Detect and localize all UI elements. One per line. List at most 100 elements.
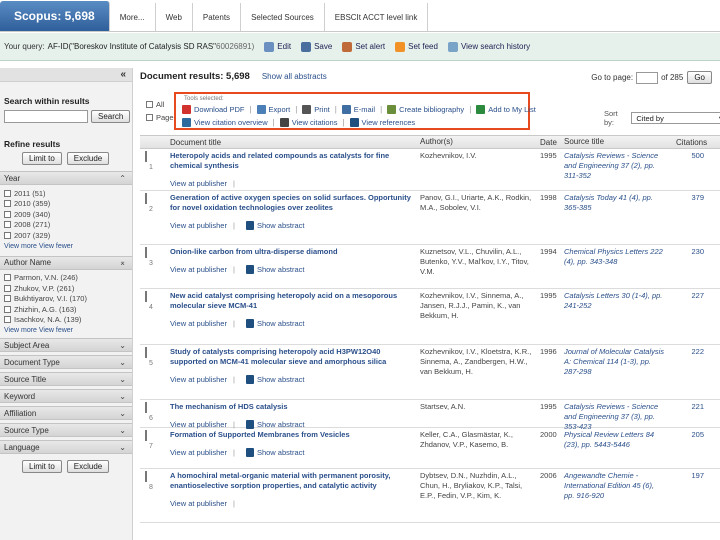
row-checkbox[interactable]: [145, 247, 147, 258]
limit-to-button-bottom[interactable]: Limit to: [22, 460, 62, 473]
exclude-button-bottom[interactable]: Exclude: [66, 460, 110, 473]
authors-cell[interactable]: Kozhevnikov, I.V., Sinnema, A., Jansen, …: [416, 289, 538, 344]
document-title-link[interactable]: New acid catalyst comprising heteropoly …: [170, 291, 412, 311]
keyword-facet[interactable]: Keyword ⌄: [0, 389, 132, 403]
exclude-button[interactable]: Exclude: [66, 152, 110, 165]
col-source[interactable]: Source title: [560, 137, 670, 147]
authors-cell[interactable]: Kozhevnikov, I.V., Kloetstra, K.R., Sinn…: [416, 345, 538, 399]
checkbox[interactable]: [4, 305, 11, 313]
checkbox[interactable]: [4, 189, 11, 197]
search-history-button[interactable]: View search history: [447, 41, 530, 52]
source-link[interactable]: Catalysis Today 41 (4), pp. 365-385: [560, 191, 670, 244]
citations-link[interactable]: 379: [670, 191, 710, 244]
row-checkbox[interactable]: [145, 402, 147, 413]
show-abstract-link[interactable]: Show abstract: [257, 375, 305, 384]
source-link[interactable]: Catalysis Letters 30 (1-4), pp. 241-252: [560, 289, 670, 344]
row-checkbox[interactable]: [145, 347, 147, 358]
view-citations-button[interactable]: View citations: [279, 118, 337, 127]
limit-to-button[interactable]: Limit to: [22, 152, 62, 165]
show-abstract-link[interactable]: Show abstract: [257, 319, 305, 328]
search-within-input[interactable]: [4, 110, 88, 123]
set-alert-button[interactable]: Set alert: [342, 41, 385, 52]
row-checkbox[interactable]: [145, 291, 147, 302]
checkbox[interactable]: [4, 284, 11, 292]
tab-ebsco-link[interactable]: EBSCIt ACCT level link: [325, 3, 429, 31]
page-number-input[interactable]: [636, 71, 659, 84]
citations-link[interactable]: 197: [670, 469, 710, 522]
row-checkbox[interactable]: [145, 193, 147, 204]
facet-item[interactable]: 2007 (329): [0, 230, 132, 241]
document-type-facet[interactable]: Document Type ⌄: [0, 355, 132, 369]
tab-more[interactable]: More...: [110, 3, 156, 31]
citations-link[interactable]: 222: [670, 345, 710, 399]
facet-item[interactable]: Bukhtiyarov, V.I. (170): [0, 294, 132, 305]
checkbox[interactable]: [4, 316, 11, 324]
authors-cell[interactable]: Dybtsev, D.N., Nuzhdin, A.L., Chun, H., …: [416, 469, 538, 522]
subject-area-facet[interactable]: Subject Area ⌄: [0, 338, 132, 352]
view-more-fewer-links[interactable]: View more View fewer: [0, 241, 132, 250]
source-title-facet[interactable]: Source Title ⌄: [0, 372, 132, 386]
view-at-publisher-link[interactable]: View at publisher: [170, 375, 227, 384]
col-title[interactable]: Document title: [166, 138, 416, 147]
facet-item[interactable]: 2010 (359): [0, 199, 132, 210]
set-feed-button[interactable]: Set feed: [395, 41, 438, 52]
authors-cell[interactable]: Panov, G.I., Uriarte, A.K., Rodkin, M.A.…: [416, 191, 538, 244]
col-authors[interactable]: Author(s): [416, 137, 538, 147]
print-button[interactable]: Print: [302, 105, 330, 114]
citations-link[interactable]: 500: [670, 149, 710, 190]
view-at-publisher-link[interactable]: View at publisher: [170, 319, 227, 328]
document-title-link[interactable]: Heteropoly acids and related compounds a…: [170, 151, 412, 171]
authors-cell[interactable]: Kuznetsov, V.L., Chuvilin, A.L., Butenko…: [416, 245, 538, 288]
source-link[interactable]: Angewandte Chemie - International Editio…: [560, 469, 670, 522]
author-facet-header[interactable]: Author Name ⌅: [0, 255, 132, 270]
source-link[interactable]: Journal of Molecular Catalysis A: Chemic…: [560, 345, 670, 399]
row-checkbox[interactable]: [145, 471, 147, 482]
download-pdf-button[interactable]: Download PDF: [182, 105, 244, 114]
affiliation-facet[interactable]: Affiliation ⌄: [0, 406, 132, 420]
save-query-button[interactable]: Save: [301, 41, 332, 52]
tab-web[interactable]: Web: [156, 3, 193, 31]
create-bibliography-button[interactable]: Create bibliography: [387, 105, 464, 114]
document-title-link[interactable]: The mechanism of HDS catalysis: [170, 402, 412, 412]
source-link[interactable]: Catalysis Reviews - Science and Engineer…: [560, 400, 670, 431]
document-title-link[interactable]: Onion-like carbon from ultra-disperse di…: [170, 247, 412, 257]
view-at-publisher-link[interactable]: View at publisher: [170, 499, 227, 508]
facet-item[interactable]: Parmon, V.N. (246): [0, 273, 132, 284]
source-link[interactable]: Physical Review Letters 84 (23), pp. 544…: [560, 428, 670, 468]
view-at-publisher-link[interactable]: View at publisher: [170, 221, 227, 230]
col-date[interactable]: Date: [538, 138, 560, 147]
checkbox[interactable]: [4, 295, 11, 303]
email-button[interactable]: E-mail: [341, 105, 375, 114]
select-page-checkbox[interactable]: [146, 114, 153, 121]
source-link[interactable]: Chemical Physics Letters 222 (4), pp. 34…: [560, 245, 670, 288]
facet-item[interactable]: Zhizhin, A.G. (163): [0, 304, 132, 315]
authors-cell[interactable]: Keller, C.A., Glasmästar, K., Zhdanov, V…: [416, 428, 538, 468]
search-within-button[interactable]: Search: [91, 110, 131, 123]
document-title-link[interactable]: Study of catalysts comprising heteropoly…: [170, 347, 412, 367]
edit-query-button[interactable]: Edit: [264, 41, 291, 52]
checkbox[interactable]: [4, 221, 11, 229]
citations-link[interactable]: 230: [670, 245, 710, 288]
document-title-link[interactable]: Generation of active oxygen species on s…: [170, 193, 412, 213]
facet-item[interactable]: Isachkov, N.A. (139): [0, 315, 132, 326]
facet-item[interactable]: Zhukov, V.P. (261): [0, 283, 132, 294]
document-title-link[interactable]: A homochiral metal-organic material with…: [170, 471, 412, 491]
facet-item[interactable]: 2011 (51): [0, 188, 132, 199]
facet-item[interactable]: 2009 (340): [0, 209, 132, 220]
checkbox[interactable]: [4, 210, 11, 218]
view-at-publisher-link[interactable]: View at publisher: [170, 179, 227, 188]
citations-link[interactable]: 227: [670, 289, 710, 344]
view-references-button[interactable]: View references: [349, 118, 415, 127]
go-button[interactable]: Go: [687, 71, 712, 84]
export-button[interactable]: Export: [256, 105, 290, 114]
year-facet-header[interactable]: Year ⌃: [0, 171, 132, 185]
show-abstract-link[interactable]: Show abstract: [257, 221, 305, 230]
tab-selected-sources[interactable]: Selected Sources: [241, 3, 325, 31]
collapse-sidebar-icon[interactable]: «: [120, 69, 126, 80]
checkbox[interactable]: [4, 274, 11, 282]
authors-cell[interactable]: Startsev, A.N.: [416, 400, 538, 427]
tab-patents[interactable]: Patents: [193, 3, 242, 31]
col-citations[interactable]: Citations: [670, 138, 710, 147]
row-checkbox[interactable]: [145, 151, 147, 162]
view-more-fewer-links[interactable]: View more View fewer: [0, 325, 132, 334]
